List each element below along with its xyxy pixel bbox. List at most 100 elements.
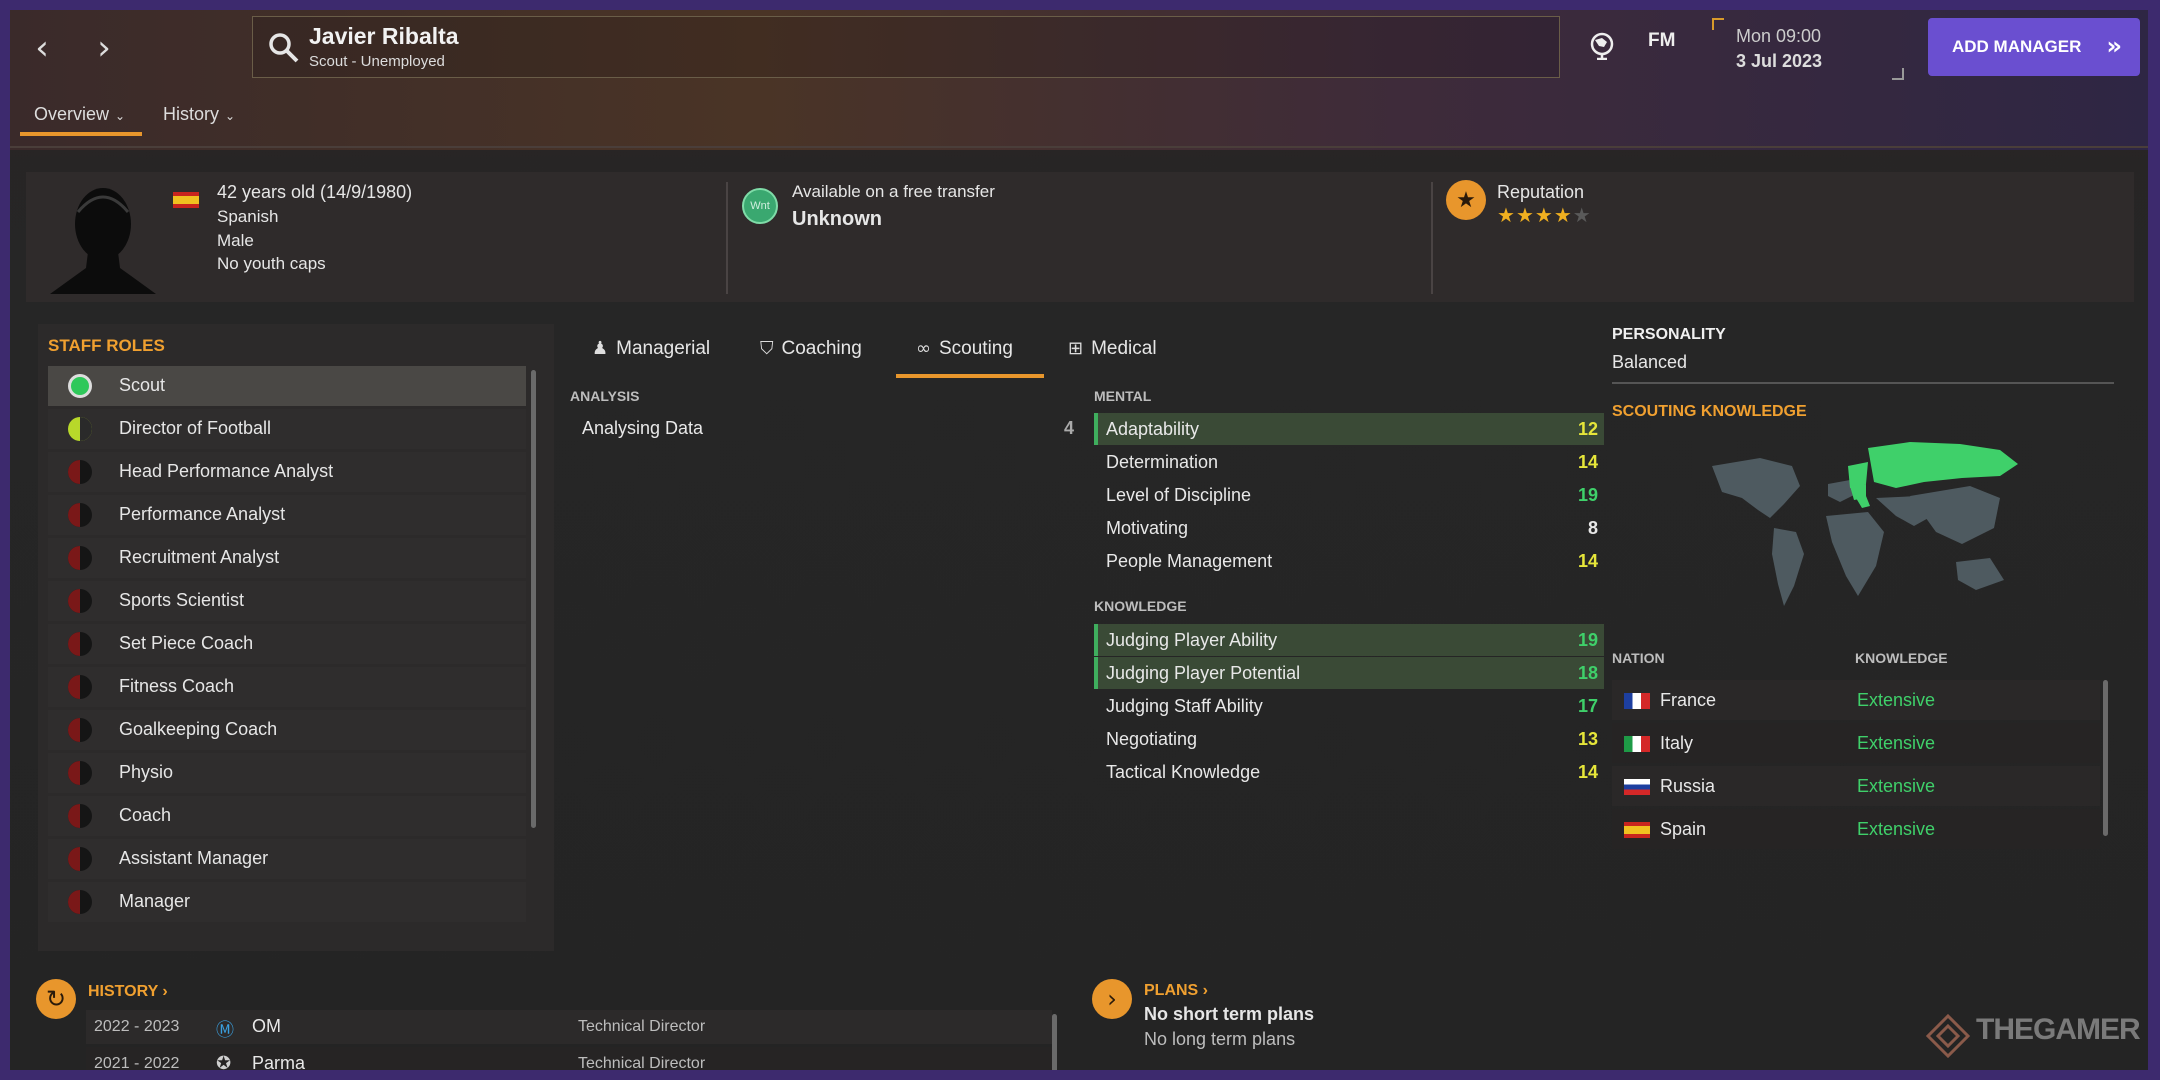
attribute-row: Motivating 8 — [1094, 512, 1604, 544]
staff-role-item[interactable]: Sports Scientist — [48, 581, 526, 621]
add-manager-label: ADD MANAGER — [1952, 37, 2082, 56]
staff-role-label: Sports Scientist — [119, 590, 245, 610]
staff-role-item[interactable]: Head Performance Analyst — [48, 452, 526, 492]
knowledge-column-header: KNOWLEDGE — [1855, 650, 1948, 666]
staff-role-label: Fitness Coach — [119, 676, 235, 696]
suitability-fill — [68, 589, 80, 613]
nation-row[interactable]: Russia Extensive — [1612, 766, 2100, 806]
suitability-fill — [68, 632, 80, 656]
staff-role-item[interactable]: Assistant Manager — [48, 839, 526, 879]
tab-overview[interactable]: Overview ⌄ — [34, 104, 125, 125]
search-bar[interactable]: Javier Ribalta Scout - Unemployed — [252, 16, 1560, 78]
france-flag-icon — [1624, 693, 1650, 709]
tab-coaching[interactable]: ⛉ Coaching — [760, 338, 862, 360]
attribute-label: Determination — [1106, 452, 1219, 472]
staff-role-item[interactable]: Fitness Coach — [48, 667, 526, 707]
plans-title[interactable]: PLANS › — [1144, 982, 1208, 1000]
staff-role-item[interactable]: Physio — [48, 753, 526, 793]
back-arrow-icon[interactable]: ‹ — [22, 28, 62, 68]
attribute-label: Level of Discipline — [1106, 485, 1252, 505]
attribute-value: 8 — [1587, 518, 1598, 538]
staff-role-item[interactable]: Manager — [48, 882, 526, 922]
nation-row[interactable]: France Extensive — [1612, 680, 2100, 720]
long-term-plans: No long term plans — [1144, 1029, 1296, 1049]
staff-role-item[interactable]: Director of Football — [48, 409, 526, 449]
attribute-label: Negotiating — [1106, 729, 1198, 749]
russia-flag-icon — [1624, 779, 1650, 795]
staff-role-item[interactable]: Set Piece Coach — [48, 624, 526, 664]
history-title-label: HISTORY — [88, 983, 158, 1000]
reputation-star-icon: ★ — [1497, 203, 1516, 227]
history-row[interactable]: 2021 - 2022 ✪ Parma Technical Director — [86, 1047, 1052, 1080]
staff-role-item[interactable]: Goalkeeping Coach — [48, 710, 526, 750]
staff-role-item[interactable]: Recruitment Analyst — [48, 538, 526, 578]
reputation-star-icon: ★ — [1534, 203, 1554, 227]
age-text: 42 years old (14/9/1980) — [217, 182, 413, 202]
staff-role-item[interactable]: Scout — [48, 366, 526, 406]
nation-column-header: NATION — [1612, 650, 1665, 666]
history-role: Technical Director — [578, 1018, 706, 1035]
suitability-fill — [80, 417, 92, 441]
staff-roles-scrollbar[interactable] — [531, 370, 536, 828]
history-icon: ↻ — [36, 979, 76, 1019]
history-row[interactable]: 2022 - 2023 Ⓜ OM Technical Director — [86, 1010, 1052, 1044]
binoculars-icon: ∞ — [916, 338, 931, 359]
star-icon: ★ — [1446, 180, 1486, 220]
transfer-status-text: Available on a free transfer — [792, 182, 995, 201]
attribute-value: 19 — [1577, 630, 1598, 650]
fm-logo[interactable]: FM — [1648, 30, 1675, 52]
spain-flag-icon — [1624, 822, 1650, 838]
suitability-icon — [68, 417, 92, 441]
nation-row[interactable]: Spain Extensive — [1612, 809, 2100, 849]
tab-managerial-label: Managerial — [616, 338, 711, 359]
history-title[interactable]: HISTORY › — [88, 983, 168, 1001]
analysis-header: ANALYSIS — [570, 388, 640, 404]
tab-managerial[interactable]: ♟ Managerial — [592, 338, 710, 360]
attribute-value: 14 — [1577, 762, 1598, 782]
world-map — [1712, 442, 2018, 606]
history-scrollbar[interactable] — [1052, 1014, 1057, 1080]
header-divider — [0, 146, 2160, 148]
attribute-label: Tactical Knowledge — [1106, 762, 1261, 782]
suitability-icon — [68, 804, 92, 828]
reputation-star-icon: ★ — [1572, 203, 1592, 227]
attribute-row: Level of Discipline 19 — [1094, 479, 1604, 511]
staff-role-item[interactable]: Performance Analyst — [48, 495, 526, 535]
history-role: Technical Director — [578, 1055, 706, 1072]
tab-history[interactable]: History ⌄ — [163, 104, 235, 125]
attribute-row: Adaptability 12 — [1094, 413, 1604, 445]
person-subtitle: Scout - Unemployed — [309, 53, 445, 70]
thegamer-logo-icon — [1926, 1014, 1970, 1058]
staff-role-label: Director of Football — [119, 418, 272, 438]
add-manager-button[interactable]: ADD MANAGER » — [1928, 18, 2140, 76]
attribute-value: 17 — [1577, 696, 1598, 716]
nation-name: France — [1660, 690, 1717, 710]
nations-scrollbar[interactable] — [2103, 680, 2108, 836]
tab-scouting[interactable]: ∞ Scouting — [916, 338, 1013, 360]
suitability-icon — [68, 847, 92, 871]
globe-icon[interactable] — [1590, 32, 1614, 60]
person-name: Javier Ribalta — [309, 23, 459, 49]
attribute-row: People Management 14 — [1094, 545, 1604, 577]
suitability-fill — [68, 546, 80, 570]
nation-row[interactable]: Italy Extensive — [1612, 723, 2100, 763]
attribute-row: Tactical Knowledge 14 — [1094, 756, 1604, 788]
tab-scouting-label: Scouting — [939, 338, 1013, 359]
suitability-icon — [68, 546, 92, 570]
history-club: OM — [252, 1016, 281, 1036]
date-text: 3 Jul 2023 — [1736, 51, 1823, 71]
forward-arrow-icon[interactable]: › — [84, 28, 124, 68]
suitability-fill — [68, 804, 80, 828]
nation-name: Italy — [1660, 733, 1694, 753]
staff-role-item[interactable]: Coach — [48, 796, 526, 836]
tab-medical[interactable]: ⊞ Medical — [1068, 338, 1157, 360]
corner-decoration — [1712, 18, 1724, 30]
personality-value: Balanced — [1612, 352, 1688, 372]
attribute-label: Motivating — [1106, 518, 1189, 538]
scouting-knowledge-title: SCOUTING KNOWLEDGE — [1612, 403, 1807, 420]
transfer-value-text: Unknown — [792, 208, 882, 230]
suitability-icon — [68, 503, 92, 527]
date-display[interactable]: Mon 09:00 3 Jul 2023 — [1712, 18, 1904, 80]
coaching-icon: ⛉ — [760, 338, 774, 359]
history-years: 2022 - 2023 — [94, 1018, 180, 1035]
